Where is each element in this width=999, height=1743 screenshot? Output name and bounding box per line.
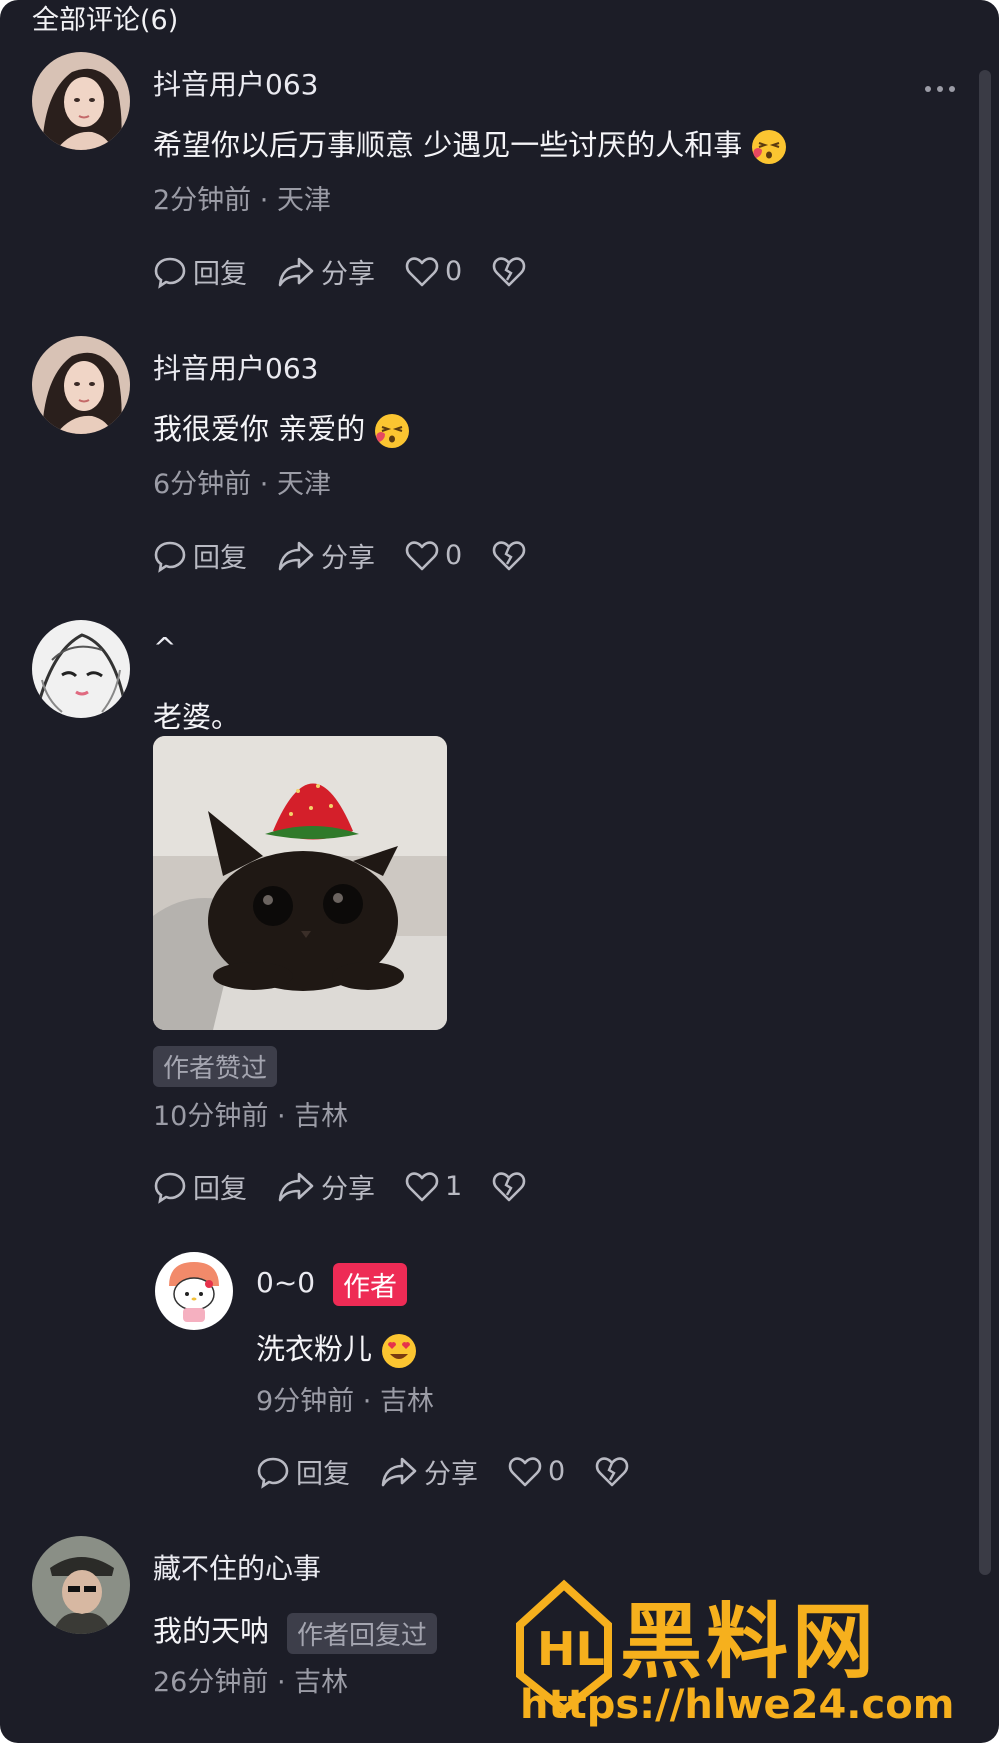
heart-eyes-emoji-icon (382, 1334, 417, 1368)
watermark-url-text: https://hlwe24.com (520, 1682, 955, 1728)
comment-username[interactable]: 抖音用户063 (153, 347, 318, 387)
comment-text: 我很爱你 亲爱的 (153, 406, 411, 450)
reply-username[interactable]: 0~0 (256, 1266, 315, 1299)
comment-meta: 26分钟前 · 吉林 (153, 1667, 349, 1698)
comment-username[interactable]: 藏不住的心事 (153, 1547, 321, 1587)
comment-meta: 6分钟前 · 天津 (153, 469, 331, 500)
comment-actions: 回复 分享 0 (153, 252, 562, 291)
svg-text:HL: HL (537, 1622, 605, 1676)
reply-text: 洗衣粉儿 (256, 1326, 418, 1370)
share-arrow-icon (278, 1172, 314, 1201)
more-options-icon[interactable] (922, 82, 958, 96)
comment-text: 希望你以后万事顺意 少遇见一些讨厌的人和事 (153, 122, 788, 166)
reply-button[interactable]: 回复 (153, 536, 247, 575)
comment-image-black-cat-strawberry[interactable] (153, 736, 447, 1030)
comment-text: 我的天呐 作者回复过 (153, 1608, 438, 1654)
dislike-button[interactable] (492, 256, 532, 288)
heart-icon (405, 256, 439, 286)
like-button[interactable]: 0 (508, 1456, 565, 1488)
reply-bubble-icon (154, 541, 186, 573)
author-badge: 作者 (333, 1263, 407, 1306)
reply-actions: 回复 分享 0 (256, 1452, 665, 1491)
kiss-wink-emoji-icon (375, 414, 410, 448)
avatar[interactable] (32, 620, 130, 718)
share-arrow-icon (381, 1457, 417, 1486)
comment-username[interactable]: 抖音用户063 (153, 63, 318, 103)
reply-bubble-icon (154, 257, 186, 289)
comment-text: 老婆。 (153, 700, 241, 734)
comment-meta: 10分钟前 · 吉林 (153, 1101, 349, 1132)
share-arrow-icon (278, 257, 314, 286)
share-button[interactable]: 分享 (277, 536, 375, 575)
dislike-button[interactable] (595, 1456, 635, 1488)
broken-heart-icon (492, 540, 526, 570)
share-button[interactable]: 分享 (380, 1452, 478, 1491)
like-button[interactable]: 1 (405, 1171, 462, 1203)
scrollbar[interactable] (979, 70, 991, 1575)
author-liked-badge: 作者赞过 (153, 1046, 278, 1087)
avatar[interactable] (32, 336, 130, 434)
reply-button[interactable]: 回复 (256, 1452, 350, 1491)
heart-icon (405, 1171, 439, 1201)
like-button[interactable]: 0 (405, 256, 462, 288)
reply-bubble-icon (257, 1457, 289, 1489)
reply-button[interactable]: 回复 (153, 252, 247, 291)
like-button[interactable]: 0 (405, 540, 462, 572)
dislike-button[interactable] (492, 540, 532, 572)
comment-actions: 回复 分享 1 (153, 1167, 562, 1206)
heart-icon (405, 540, 439, 570)
kiss-wink-emoji-icon (752, 130, 787, 164)
reply-meta: 9分钟前 · 吉林 (256, 1386, 434, 1417)
broken-heart-icon (492, 256, 526, 286)
reply-avatar[interactable] (155, 1252, 233, 1330)
avatar[interactable] (32, 1536, 130, 1634)
avatar[interactable] (32, 52, 130, 150)
comment-actions: 回复 分享 0 (153, 536, 562, 575)
broken-heart-icon (595, 1456, 629, 1486)
share-button[interactable]: 分享 (277, 252, 375, 291)
broken-heart-icon (492, 1171, 526, 1201)
comments-panel: 全部评论(6) 抖音用户063 希望你以后万事顺意 少遇见一些讨厌的人和事 2分… (0, 0, 999, 1743)
comments-count-title: 全部评论(6) (32, 5, 179, 36)
author-replied-badge: 作者回复过 (287, 1612, 438, 1654)
share-button[interactable]: 分享 (277, 1167, 375, 1206)
reply-bubble-icon (154, 1172, 186, 1204)
heart-icon (508, 1456, 542, 1486)
comment-meta: 2分钟前 · 天津 (153, 185, 331, 216)
watermark-brand-text: 黑料网 (620, 1595, 879, 1690)
dislike-button[interactable] (492, 1171, 532, 1203)
reply-button[interactable]: 回复 (153, 1167, 247, 1206)
comment-username[interactable]: ^ (153, 631, 176, 664)
share-arrow-icon (278, 541, 314, 570)
